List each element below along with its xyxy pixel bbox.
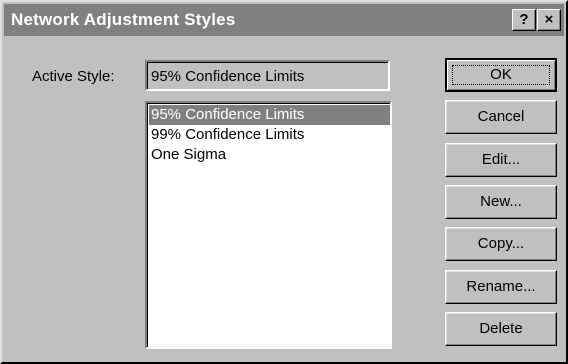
copy-button-label: Copy... <box>477 235 525 252</box>
active-style-label: Active Style: <box>32 68 115 85</box>
copy-button[interactable]: Copy... <box>445 227 557 261</box>
new-button-label: New... <box>480 193 522 210</box>
window-title: Network Adjustment Styles <box>11 10 236 29</box>
close-icon: × <box>544 11 554 28</box>
edit-button-label: Edit... <box>481 151 521 168</box>
rename-button-label: Rename... <box>466 278 536 295</box>
delete-button[interactable]: Delete <box>445 312 557 346</box>
edit-button[interactable]: Edit... <box>445 143 557 177</box>
list-item-one-sigma[interactable]: One Sigma <box>149 145 390 165</box>
help-icon: ? <box>519 11 529 28</box>
help-button[interactable]: ? <box>512 9 536 31</box>
rename-button[interactable]: Rename... <box>445 270 557 304</box>
ok-button-label: OK <box>490 66 512 83</box>
active-style-field: 95% Confidence Limits <box>145 60 390 91</box>
title-bar[interactable]: Network Adjustment Styles ? × <box>4 4 564 36</box>
close-button[interactable]: × <box>537 9 561 31</box>
styles-listbox[interactable]: 95% Confidence Limits 99% Confidence Lim… <box>145 101 392 349</box>
list-item-99-confidence[interactable]: 99% Confidence Limits <box>149 125 390 145</box>
delete-button-label: Delete <box>479 320 523 337</box>
cancel-button[interactable]: Cancel <box>445 100 557 134</box>
ok-button[interactable]: OK <box>445 58 557 92</box>
new-button[interactable]: New... <box>445 185 557 219</box>
active-style-value: 95% Confidence Limits <box>151 68 305 85</box>
network-adjustment-styles-dialog: Network Adjustment Styles ? × Active Sty… <box>0 0 568 364</box>
cancel-button-label: Cancel <box>477 108 525 125</box>
list-item-95-confidence[interactable]: 95% Confidence Limits <box>149 105 390 125</box>
